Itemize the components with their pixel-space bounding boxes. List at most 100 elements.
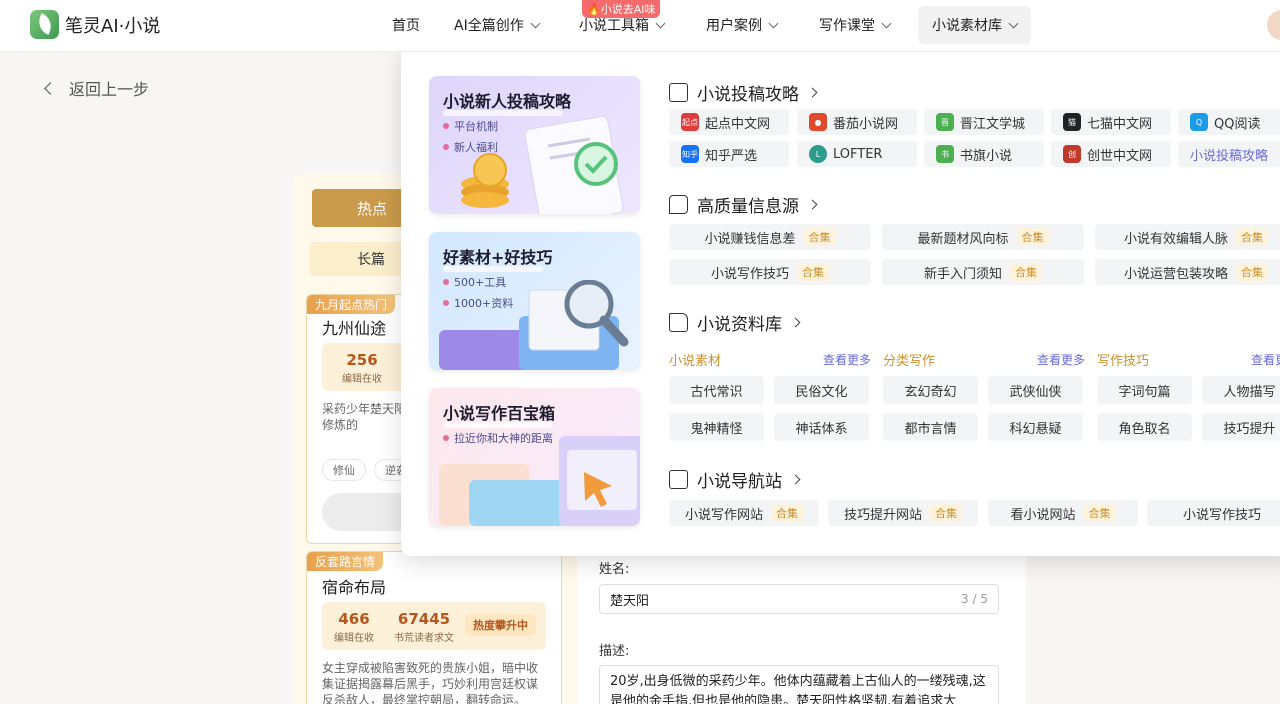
material-item[interactable]: 鬼神精怪 (669, 413, 764, 441)
nav-site-pill[interactable]: 技巧提升网站 合集 (828, 500, 978, 526)
name-input[interactable]: 楚天阳 3 / 5 (599, 584, 999, 614)
info-pill[interactable]: 小说赚钱信息差 合集 (669, 224, 871, 250)
logo-text: 笔灵AI·小说 (65, 15, 161, 37)
site-qimao[interactable]: 猫七猫中文网 (1051, 109, 1171, 135)
chevron-right-icon (807, 199, 818, 210)
promo-card-submit[interactable]: 小说新人投稿攻略 平台机制 新人福利 (429, 76, 640, 214)
name-label: 姓名: (599, 562, 630, 577)
site-jinjiang[interactable]: 晋晋江文学城 (924, 109, 1044, 135)
see-more-link[interactable]: 查看更多 (1251, 351, 1280, 368)
site-shuqi[interactable]: 书书旗小说 (924, 141, 1044, 167)
nav-materials[interactable]: 小说素材库 (918, 6, 1031, 44)
browser-cursor-icon (439, 436, 640, 526)
folder-magnifier-icon (439, 280, 629, 370)
chevron-down-icon (530, 18, 541, 28)
collection-tag: 合集 (797, 263, 829, 281)
material-item[interactable]: 武侠仙侠 (988, 376, 1083, 404)
material-item[interactable]: 科幻悬疑 (988, 413, 1083, 441)
tomato-icon: ● (809, 113, 827, 131)
site-lofter[interactable]: L LOFTER (797, 141, 917, 167)
site-qidian[interactable]: 起点 起点中文网 (669, 109, 789, 135)
card-ribbon: 九月起点热门 (307, 295, 396, 314)
folder-icon (669, 313, 688, 332)
material-item[interactable]: 神话体系 (774, 413, 869, 441)
section-submit[interactable]: 小说投稿攻略 (669, 80, 818, 105)
material-item[interactable]: 字词句篇 (1097, 376, 1192, 404)
info-pill[interactable]: 小说有效编辑人脉 合集 (1095, 224, 1280, 250)
library-col-head: 小说素材 (669, 354, 722, 369)
site-qq[interactable]: Q QQ阅读 (1178, 109, 1280, 135)
site-zhihu[interactable]: 知乎 知乎严选 (669, 141, 789, 167)
stat-label: 书荒读者求文 (394, 633, 454, 644)
site-chuangshi[interactable]: 创创世中文网 (1051, 141, 1171, 167)
material-item[interactable]: 都市言情 (883, 413, 978, 441)
site-fanqie[interactable]: ● 番茄小说网 (797, 109, 917, 135)
collection-tag: 合集 (1236, 228, 1268, 246)
collection-tag: 合集 (1083, 504, 1116, 522)
back-link[interactable]: 返回上一步 (44, 76, 149, 100)
library-col-head: 分类写作 (883, 354, 936, 369)
stat-number: 256 (346, 351, 378, 369)
material-item[interactable]: 民俗文化 (774, 376, 869, 404)
document-icon (669, 83, 688, 102)
nav-site-pill[interactable]: 小说写作技巧 (1147, 500, 1280, 526)
card-ribbon: 反套路言情 (307, 552, 384, 571)
tag-chip[interactable]: 修仙 (322, 459, 366, 481)
chevron-down-icon (768, 18, 779, 28)
section-info[interactable]: 高质量信息源 (669, 192, 818, 217)
qimao-icon: 猫 (1063, 113, 1081, 131)
book-title: 宿命布局 (322, 578, 387, 597)
character-form: 姓名: 楚天阳 3 / 5 描述: 20岁,出身低微的采药少年。他体内蕴藏着上古… (577, 545, 1025, 704)
collection-tag: 合集 (803, 228, 836, 246)
section-library[interactable]: 小说资料库 (669, 310, 801, 335)
material-item[interactable]: 人物描写 (1202, 376, 1280, 404)
qidian-icon: 起点 (681, 113, 699, 131)
info-pill[interactable]: 新手入门须知 合集 (882, 259, 1084, 285)
see-more-link[interactable]: 查看更多 (823, 351, 871, 368)
qq-icon: Q (1190, 113, 1208, 131)
chevron-down-icon (655, 18, 666, 28)
promo-card-materials[interactable]: 好素材+好技巧 500+工具 1000+资料 (429, 232, 640, 370)
chevron-right-icon (790, 474, 801, 485)
info-pill[interactable]: 最新题材风向标 合集 (882, 224, 1084, 250)
library-col-head: 写作技巧 (1097, 354, 1150, 369)
site-more-link[interactable]: 小说投稿攻略 (1178, 141, 1280, 167)
desc-textarea[interactable]: 20岁,出身低微的采药少年。他体内蕴藏着上古仙人的一缕残魂,这是他的金手指,但也… (599, 665, 999, 704)
material-item[interactable]: 古代常识 (669, 376, 764, 404)
nav-site-pill[interactable]: 小说写作网站 合集 (669, 500, 819, 526)
stat-label: 编辑在收 (342, 374, 382, 385)
nav-cases[interactable]: 用户案例 (706, 6, 779, 44)
chevron-down-icon (1008, 18, 1019, 28)
top-header: 笔灵AI·小说 首页 AI全篇创作 小说工具箱 用户案例 写作课堂 小说素材库 … (0, 0, 1280, 52)
info-pill[interactable]: 小说运营包装攻略 合集 (1095, 259, 1280, 285)
chuangshi-icon: 创 (1063, 145, 1081, 163)
nav-site-pill[interactable]: 看小说网站 合集 (988, 500, 1138, 526)
section-navsite[interactable]: 小说导航站 (669, 467, 801, 492)
stat-number: 466 (338, 610, 370, 628)
stat-number: 67445 (397, 610, 451, 628)
chevron-right-icon (790, 317, 801, 328)
nav-home[interactable]: 首页 (392, 6, 420, 44)
promo-card-toolbox[interactable]: 小说写作百宝箱 拉近你和大神的距离 (429, 388, 640, 526)
collection-tag: 合集 (771, 504, 803, 522)
material-item[interactable]: 技巧提升 (1202, 413, 1280, 441)
info-pill[interactable]: 小说写作技巧 合集 (669, 259, 871, 285)
nav-ai-create[interactable]: AI全篇创作 (454, 6, 541, 44)
stat-box: 466 编辑在收 67445 书荒读者求文 热度攀升中 (322, 602, 546, 650)
book-card[interactable]: 反套路言情 宿命布局 466 编辑在收 67445 书荒读者求文 热度攀升中 女… (306, 551, 562, 704)
chevron-left-icon (44, 81, 57, 95)
material-item[interactable]: 玄幻奇幻 (883, 376, 978, 404)
avatar[interactable] (1265, 8, 1280, 42)
char-count: 3 / 5 (961, 592, 988, 606)
see-more-link[interactable]: 查看更多 (1037, 351, 1085, 368)
collection-tag: 合集 (1010, 263, 1042, 281)
desc-label: 描述: (599, 644, 630, 659)
chevron-down-icon (881, 18, 892, 28)
document-coins-icon (461, 115, 624, 214)
hot-tag: 热度攀升中 (465, 614, 536, 636)
logo[interactable]: 笔灵AI·小说 (30, 10, 160, 39)
lofter-icon: L (809, 145, 827, 163)
material-item[interactable]: 角色取名 (1097, 413, 1192, 441)
nav-classroom[interactable]: 写作课堂 (819, 6, 892, 44)
collection-tag: 合集 (1236, 263, 1268, 281)
